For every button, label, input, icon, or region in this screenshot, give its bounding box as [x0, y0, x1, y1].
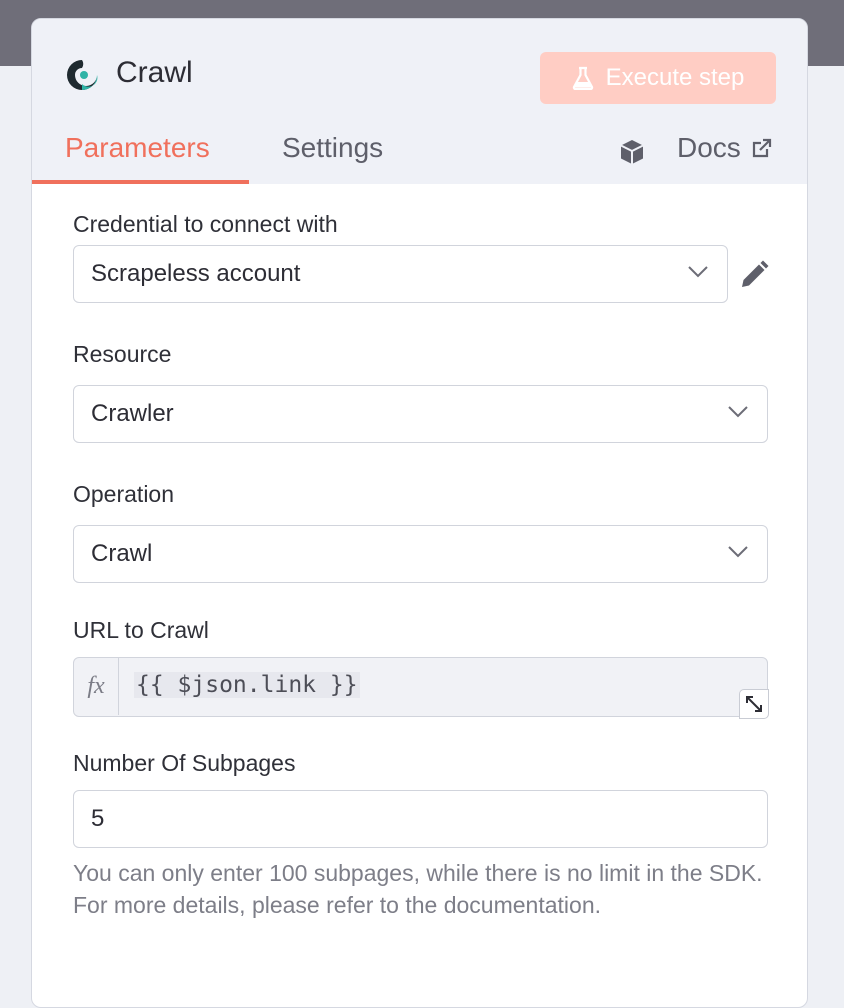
active-tab-indicator: [32, 180, 249, 184]
node-title: Crawl: [116, 56, 193, 89]
credential-value: Scrapeless account: [91, 260, 301, 287]
subpages-hint: You can only enter 100 subpages, while t…: [73, 860, 763, 918]
subpages-label: Number Of Subpages: [73, 750, 296, 776]
resource-label: Resource: [73, 341, 172, 367]
chevron-down-icon: [728, 546, 748, 558]
operation-label: Operation: [73, 481, 175, 507]
expand-icon: [746, 696, 762, 712]
credential-label: Credential to connect with: [73, 211, 338, 237]
docs-label: Docs: [677, 132, 741, 163]
flask-icon: [572, 66, 593, 90]
external-link-icon: [752, 138, 771, 158]
credential-select[interactable]: Scrapeless account: [73, 245, 728, 303]
tab-settings[interactable]: Settings: [282, 132, 383, 164]
execute-step-button[interactable]: Execute step: [540, 52, 776, 104]
subpages-input[interactable]: 5: [73, 790, 768, 848]
expand-editor-button[interactable]: [739, 689, 769, 719]
chevron-down-icon: [688, 266, 708, 278]
resource-value: Crawler: [91, 400, 174, 427]
panel-header: Crawl Execute step Parameters Settings D…: [32, 19, 807, 184]
subpages-value: 5: [91, 805, 105, 832]
fx-badge: fx: [74, 658, 119, 715]
scrapeless-logo-icon: [67, 60, 98, 90]
pencil-icon[interactable]: [738, 259, 770, 291]
url-label: URL to Crawl: [73, 617, 209, 643]
cube-icon[interactable]: [618, 138, 646, 166]
docs-link[interactable]: Docs: [677, 132, 773, 164]
url-expression-value: {{ $json.link }}: [134, 672, 360, 698]
operation-select[interactable]: Crawl: [73, 525, 768, 583]
resource-select[interactable]: Crawler: [73, 385, 768, 443]
tab-parameters[interactable]: Parameters: [65, 132, 210, 164]
operation-value: Crawl: [91, 540, 153, 567]
execute-step-label: Execute step: [605, 64, 745, 91]
chevron-down-icon: [728, 406, 748, 418]
url-expression-field[interactable]: fx {{ $json.link }}: [73, 657, 769, 719]
node-parameters-panel: Crawl Execute step Parameters Settings D…: [31, 18, 808, 1008]
